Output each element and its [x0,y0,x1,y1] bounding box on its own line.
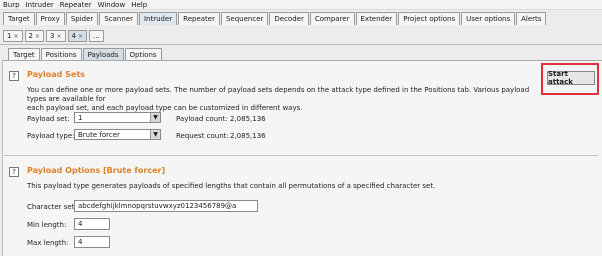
max-length-label: Max length: [27,239,69,247]
payload-options-description: This payload type generates payloads of … [27,182,436,190]
tab-decoder[interactable]: Decoder [269,12,309,25]
chevron-down-icon[interactable]: ▼ [150,113,160,122]
attack-tab-label: 1 [7,32,12,40]
min-length-input[interactable]: 4 [74,218,110,230]
payload-set-value: 1 [78,113,83,122]
menu-burp[interactable]: Burp [3,1,20,9]
payload-sets-description: You can define one or more payload sets.… [27,86,547,113]
attack-tab-2[interactable]: 2 × [24,30,44,42]
subtab-target[interactable]: Target [8,48,40,60]
section-divider [4,155,598,156]
tab-extender[interactable]: Extender [355,12,398,25]
start-attack-button[interactable]: Start attack [547,70,595,86]
main-tab-bar: Target Proxy Spider Scanner Intruder Repeater… [3,12,547,25]
chevron-down-icon[interactable]: ▼ [150,130,160,139]
payload-type-select[interactable]: Brute forcer ▼ [74,129,161,140]
description-line: You can define one or more payload sets.… [27,86,530,103]
attack-tab-more[interactable]: ... [89,30,104,42]
tab-user-options[interactable]: User options [461,12,516,25]
payload-sets-title: Payload Sets [27,70,85,79]
request-count-value: 2,085,136 [230,132,266,140]
close-icon[interactable]: × [56,33,61,40]
charset-input[interactable]: abcdefghijklmnopqrstuvwxyz0123456789@a [74,200,258,212]
tab-proxy[interactable]: Proxy [35,12,65,25]
payload-count-value: 2,085,136 [230,115,266,123]
subtab-options[interactable]: Options [124,48,162,60]
help-icon[interactable]: ? [9,71,19,81]
start-attack-highlight: Start attack [541,63,599,95]
close-icon[interactable]: × [78,33,83,40]
sub-tab-bar: Target Positions Payloads Options [8,48,162,60]
menu-intruder[interactable]: Intruder [26,1,54,9]
menu-help[interactable]: Help [131,1,147,9]
help-icon[interactable]: ? [9,167,19,177]
menu-window[interactable]: Window [98,1,126,9]
attack-tab-label: ... [93,32,100,40]
close-icon[interactable]: × [35,33,40,40]
max-length-input[interactable]: 4 [74,236,110,248]
payload-type-label: Payload type: [27,132,75,140]
subtab-positions[interactable]: Positions [40,48,82,60]
attack-tab-4[interactable]: 4 × [67,30,87,42]
tab-sequencer[interactable]: Sequencer [220,12,269,25]
tab-comparer[interactable]: Comparer [309,12,355,25]
tab-spider[interactable]: Spider [65,12,99,25]
request-count-label: Request count: [176,132,229,140]
tab-target[interactable]: Target [3,12,35,25]
attack-tab-1[interactable]: 1 × [3,30,23,42]
payload-options-title: Payload Options [Brute forcer] [27,166,166,175]
charset-label: Character set: [27,203,77,211]
menu-repeater[interactable]: Repeater [60,1,92,9]
min-length-label: Min length: [27,221,67,229]
tab-project-options[interactable]: Project options [398,12,461,25]
attack-tab-3[interactable]: 3 × [46,30,66,42]
menu-bar: Burp Intruder Repeater Window Help [0,0,602,10]
tab-alerts[interactable]: Alerts [516,12,547,25]
close-icon[interactable]: × [13,33,18,40]
attack-tab-label: 4 [71,32,76,40]
attack-tab-bar: 1 × 2 × 3 × 4 ×... [3,30,104,42]
payload-set-select[interactable]: 1 ▼ [74,112,161,123]
subtab-payloads[interactable]: Payloads [82,48,124,60]
payload-set-label: Payload set: [27,115,70,123]
tab-intruder[interactable]: Intruder [138,12,178,25]
attack-tab-label: 3 [50,32,55,40]
tab-scanner[interactable]: Scanner [99,12,138,25]
payload-type-value: Brute forcer [78,130,120,139]
tab-repeater[interactable]: Repeater [178,12,220,25]
attack-tab-label: 2 [28,32,33,40]
payload-count-label: Payload count: [176,115,228,123]
